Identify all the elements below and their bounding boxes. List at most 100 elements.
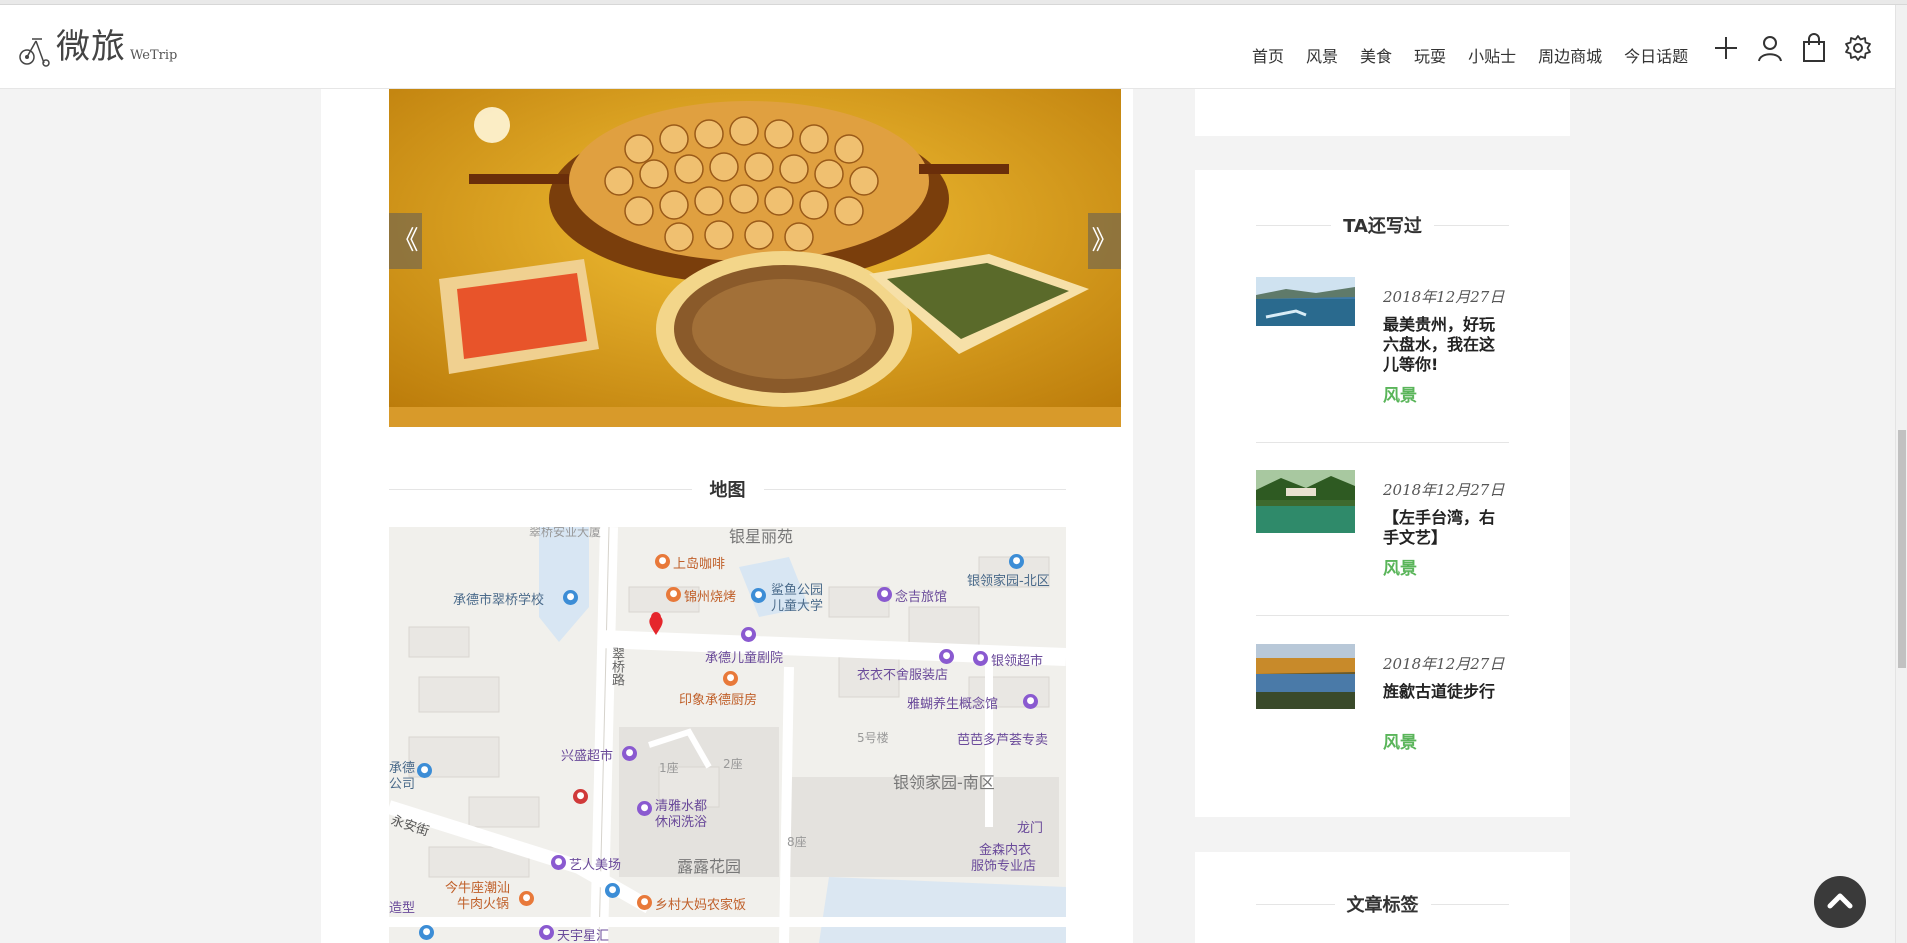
map-label-inn: 念吉旅馆 <box>895 590 948 605</box>
map-label-tianyu: 天宇星汇 <box>557 929 610 943</box>
divider-line <box>763 488 1066 490</box>
map-label-cafe: 上岛咖啡 <box>673 557 726 572</box>
post-title[interactable]: 旌歙古道徒步行 <box>1383 682 1509 702</box>
map-section-title: 地图 <box>709 480 746 501</box>
bbq-icon: ● <box>666 587 681 602</box>
slider-next-button[interactable]: 》 <box>1088 213 1121 269</box>
map-label-yinling-south: 银领家园-南区 <box>893 773 995 792</box>
map-label-lulu-garden: 露露花园 <box>677 857 742 876</box>
tianyu-icon: ● <box>539 925 554 940</box>
map-label-xingsheng: 兴盛超市 <box>561 749 614 764</box>
map-section-heading: 地图 <box>389 478 1066 501</box>
map-label-yinling-north: 银领家园-北区 <box>967 574 1050 589</box>
chevron-up-icon <box>1827 893 1853 909</box>
nav-tips[interactable]: 小贴士 <box>1468 43 1516 67</box>
school-icon: ● <box>563 590 578 605</box>
post-title[interactable]: 最美贵州，好玩六盘水，我在这儿等你! <box>1383 315 1509 375</box>
post-thumbnail[interactable] <box>1256 644 1355 709</box>
baidu-logo-icon: ● <box>419 925 434 940</box>
nav-shop[interactable]: 周边商城 <box>1538 43 1602 67</box>
xingsheng-icon: ● <box>622 746 637 761</box>
nav-home[interactable]: 首页 <box>1252 43 1284 67</box>
hotpot-icon: ● <box>519 891 534 906</box>
divider-line <box>1430 903 1509 905</box>
bicycle-logo-icon <box>19 38 50 67</box>
restaurant-icon: ● <box>723 671 738 686</box>
article-tags-card: 文章标签 <box>1195 852 1570 943</box>
map-label-bldg1: 1座 <box>659 761 679 775</box>
logo-chinese-text: 微旅 <box>56 27 126 67</box>
user-icon[interactable] <box>1756 33 1784 63</box>
map-label-school: 承德市翠桥学校 <box>453 593 545 608</box>
article-main-column: 《 》 地图 翠桥安业大厦 银星丽苑 承德市翠桥学校 ● ● 上岛咖啡 ● 锦州… <box>321 89 1133 943</box>
map-label-xiangcun: 乡村大妈农家饭 <box>655 898 747 913</box>
settings-gear-icon[interactable] <box>1844 33 1872 63</box>
residential-icon: ● <box>1009 554 1024 569</box>
food-photo <box>389 89 1121 427</box>
location-map[interactable]: 翠桥安业大厦 银星丽苑 承德市翠桥学校 ● ● 上岛咖啡 ● 锦州烧烤 ● 鲨鱼… <box>389 527 1066 943</box>
map-label-kitchen: 印象承德厨房 <box>679 693 758 708</box>
map-label-bldg8: 8座 <box>787 835 807 849</box>
map-label-qingya-2: 休闲洗浴 <box>655 815 708 830</box>
post-thumbnail[interactable] <box>1256 277 1355 326</box>
article-tags-heading: 文章标签 <box>1256 893 1509 916</box>
map-label-niurou-2: 牛肉火锅 <box>457 897 510 912</box>
post-category[interactable]: 风景 <box>1383 728 1417 753</box>
map-label-bldg5: 5号楼 <box>857 731 889 745</box>
map-label-clothing: 衣衣不舍服装店 <box>857 668 949 683</box>
post-thumbnail[interactable] <box>1256 470 1355 533</box>
inn-icon: ● <box>877 587 892 602</box>
theater-icon: ● <box>741 627 756 642</box>
header-icon-group <box>1712 33 1872 63</box>
nav-food[interactable]: 美食 <box>1360 43 1392 67</box>
map-label-yiren: 艺人美场 <box>569 858 622 873</box>
map-label-babaduo: 芭芭多芦荟专卖 <box>957 733 1049 748</box>
map-label-road: 翠桥路 <box>609 647 624 686</box>
map-label-cuiqiao-building: 翠桥安业大厦 <box>529 527 602 539</box>
cafe-icon: ● <box>655 554 670 569</box>
post-date: 2018年12月27日 <box>1383 288 1505 306</box>
nav-topics[interactable]: 今日话题 <box>1624 43 1688 67</box>
spa-icon: ● <box>1023 694 1038 709</box>
article-tags-title: 文章标签 <box>1346 895 1419 916</box>
plus-icon[interactable] <box>1712 33 1740 63</box>
supermarket-icon: ● <box>973 651 988 666</box>
map-label-jinsen-2: 服饰专业店 <box>971 859 1037 874</box>
post-date: 2018年12月27日 <box>1383 481 1505 499</box>
post-title[interactable]: 【左手台湾，右手文艺】 <box>1383 508 1509 548</box>
post-category[interactable]: 风景 <box>1383 554 1417 579</box>
map-label-park-2: 儿童大学 <box>771 599 824 614</box>
related-posts-title: TA还写过 <box>1343 216 1422 237</box>
post-separator <box>1256 442 1509 443</box>
site-logo[interactable]: 微旅 WeTrip <box>18 23 177 67</box>
map-label-bldg2: 2座 <box>723 757 743 771</box>
map-label-theater: 承德儿童剧院 <box>705 651 784 666</box>
bank-icon: ● <box>573 789 588 804</box>
map-label-jinzhou-bbq: 锦州烧烤 <box>684 590 737 605</box>
map-label-gongsi: 公司 <box>389 777 416 792</box>
park-icon: ● <box>751 588 766 603</box>
related-posts-card: TA还写过 2018年12月27日 最美贵州，好玩六盘水，我在这儿等你! 风景 … <box>1195 170 1570 817</box>
salon-icon: ● <box>551 855 566 870</box>
company-icon: ● <box>417 763 432 778</box>
bath-icon: ● <box>637 801 652 816</box>
map-label-yinxing: 银星丽苑 <box>729 527 794 546</box>
parking-icon: ● <box>605 883 620 898</box>
map-label-long: 龙门 <box>1017 821 1044 836</box>
sidebar-card-top <box>1195 89 1570 136</box>
logo-english-text: WeTrip <box>130 48 178 63</box>
nav-play[interactable]: 玩耍 <box>1414 43 1446 67</box>
related-posts-heading: TA还写过 <box>1256 214 1509 237</box>
map-label-supermarket: 银领超市 <box>991 654 1044 669</box>
scrollbar-thumb[interactable] <box>1898 430 1906 668</box>
vertical-scrollbar[interactable] <box>1895 5 1907 943</box>
back-to-top-button[interactable] <box>1814 876 1866 928</box>
nav-scenery[interactable]: 风景 <box>1306 43 1338 67</box>
farmhouse-icon: ● <box>637 895 652 910</box>
post-separator <box>1256 615 1509 616</box>
post-date: 2018年12月27日 <box>1383 655 1505 673</box>
bag-icon[interactable] <box>1800 33 1828 63</box>
food-photo-slider[interactable]: 《 》 <box>389 89 1121 427</box>
slider-prev-button[interactable]: 《 <box>389 213 422 269</box>
post-category[interactable]: 风景 <box>1383 381 1417 406</box>
